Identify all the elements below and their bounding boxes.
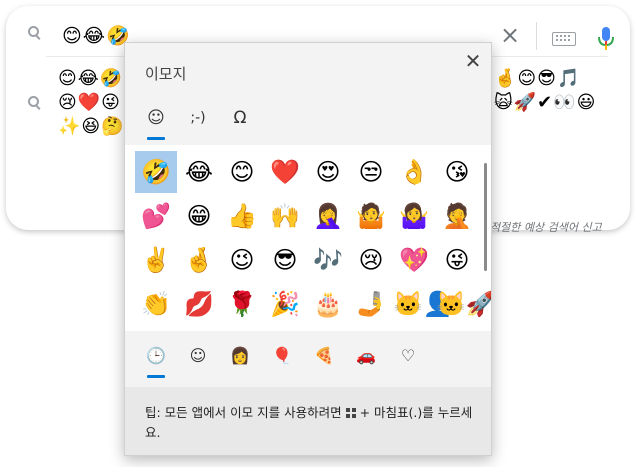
emoji-cell[interactable]: 😁 <box>178 195 220 237</box>
emoji-cell[interactable]: 👍 <box>221 195 263 237</box>
tip-text: 팁: 모든 앱에서 이모 지를 사용하려면 + 마침표(.)를 누르세요. <box>145 403 475 443</box>
suggestion-emoji-line[interactable]: 🙀🚀✔👀😃 <box>494 91 596 115</box>
emoji-cell[interactable]: 🐱‍👤 <box>393 283 453 325</box>
emoji-panel: 이모지 ✕ ☺ ;-) Ω 🤣 😂 😊 ❤️ 😍 😒 👌 😘 💕 😁 👍 🙌 🤦‍♀️ 🤷 🤷‍♀️ 🤦 ✌️ 🤞… <box>124 42 492 456</box>
category-people-icon[interactable]: 👩 <box>227 343 253 369</box>
category-smileys-icon[interactable]: ☺ <box>185 343 211 369</box>
emoji-cell[interactable]: ✌️ <box>135 239 177 281</box>
emoji-cell[interactable]: ❤️ <box>264 151 306 193</box>
tab-symbols[interactable]: Ω <box>225 103 255 133</box>
emoji-cell[interactable]: 👏 <box>135 283 177 325</box>
emoji-cell[interactable]: 🤦‍♀️ <box>307 195 349 237</box>
emoji-cell[interactable]: 🤳 <box>350 283 392 325</box>
search-icon <box>28 26 41 39</box>
emoji-cell[interactable]: 🙌 <box>264 195 306 237</box>
emoji-cell[interactable]: 😘 <box>436 151 478 193</box>
search-input[interactable]: 😊😂🤣 <box>62 24 131 47</box>
active-tab-indicator <box>147 137 165 140</box>
category-celebration-icon[interactable]: 🎈 <box>269 343 295 369</box>
keyboard-icon[interactable] <box>552 32 576 46</box>
emoji-cell[interactable]: 😜 <box>436 239 478 281</box>
emoji-cell[interactable]: 🤦 <box>436 195 478 237</box>
emoji-cell[interactable]: 😂 <box>178 151 220 193</box>
panel-title: 이모지 <box>145 65 187 83</box>
tip-area: 팁: 모든 앱에서 이모 지를 사용하려면 + 마침표(.)를 누르세요. <box>125 387 491 455</box>
emoji-cell[interactable]: 🤞 <box>178 239 220 281</box>
emoji-cell[interactable]: 💖 <box>393 239 435 281</box>
close-icon[interactable]: ✕ <box>463 51 483 71</box>
emoji-cell[interactable]: 💋 <box>178 283 220 325</box>
emoji-cell[interactable]: 😊 <box>221 151 263 193</box>
suggestion-emoji-line[interactable]: 🤞😊😎🎵 <box>494 67 580 91</box>
emoji-cell[interactable]: 😒 <box>350 151 392 193</box>
suggestion-search-icon <box>28 96 41 109</box>
emoji-cell[interactable]: 😎 <box>264 239 306 281</box>
toolbar-divider <box>536 22 537 50</box>
report-suggestions-link[interactable]: 적절한 예상 검색어 신고 <box>490 219 602 235</box>
emoji-cell[interactable]: 💕 <box>135 195 177 237</box>
suggestion-emoji-line[interactable]: 😢❤️😜 <box>58 91 121 115</box>
suggestion-emoji-line[interactable]: 😊😂🤣 <box>58 67 123 91</box>
emoji-cell[interactable]: 🤣 <box>135 151 177 193</box>
emoji-cell[interactable]: 😉 <box>221 239 263 281</box>
category-recent-icon[interactable]: 🕒 <box>143 343 169 369</box>
emoji-cell[interactable]: 👌 <box>393 151 435 193</box>
category-symbols-heart-icon[interactable]: ♡ <box>395 343 421 369</box>
emoji-cell[interactable]: 🎂 <box>307 283 349 325</box>
emoji-grid-scrollbar[interactable] <box>484 163 487 271</box>
clear-search-button[interactable]: × <box>499 23 521 47</box>
microphone-icon[interactable] <box>596 26 616 52</box>
emoji-cell[interactable]: 🎉 <box>264 283 306 325</box>
tab-emoji[interactable]: ☺ <box>141 103 171 133</box>
emoji-cell[interactable]: 🤷‍♀️ <box>393 195 435 237</box>
emoji-cell[interactable]: 😢 <box>350 239 392 281</box>
emoji-cell[interactable]: 🤷 <box>350 195 392 237</box>
suggestion-emoji-line[interactable]: ✨😆🤔 <box>58 115 125 139</box>
emoji-cell[interactable]: 🌹 <box>221 283 263 325</box>
emoji-cell[interactable]: 🎶 <box>307 239 349 281</box>
windows-logo-icon <box>345 407 356 418</box>
emoji-grid: 🤣 😂 😊 ❤️ 😍 😒 👌 😘 💕 😁 👍 🙌 🤦‍♀️ 🤷 🤷‍♀️ 🤦 ✌️ 🤞 😉 😎 🎶 😢 💖 😜 👏 💋 🌹 🎉 🎂 🤳 🐱‍… <box>125 145 491 331</box>
emoji-cell[interactable]: 😍 <box>307 151 349 193</box>
emoji-cell[interactable]: 🐱‍🚀 <box>436 283 491 325</box>
tip-prefix: 팁: 모든 앱에서 이모 지를 사용하려면 <box>145 405 342 420</box>
category-bar: 🕒 ☺ 👩 🎈 🍕 🚗 ♡ <box>125 331 491 387</box>
tab-kaomoji[interactable]: ;-) <box>183 103 213 133</box>
category-travel-icon[interactable]: 🚗 <box>353 343 379 369</box>
category-food-icon[interactable]: 🍕 <box>311 343 337 369</box>
active-category-indicator <box>147 375 165 378</box>
